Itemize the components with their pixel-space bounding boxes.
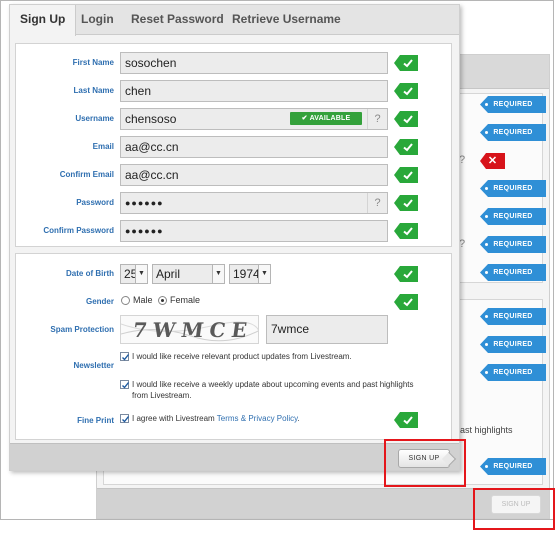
newsletter-weekly-text-line1: I would like receive a weekly update abo… [132, 380, 414, 389]
checkmark-icon [122, 382, 130, 389]
chevron-down-icon: ▼ [212, 265, 224, 283]
password-help-icon[interactable]: ? [367, 193, 387, 213]
terms-text: I agree with Livestream Terms & Privacy … [132, 414, 300, 424]
valid-check-icon [394, 83, 418, 99]
birth-month-value: April [156, 267, 181, 281]
screenshot-stage: ? ? REQUIRED REQUIRED ✕ REQUIRED REQUIRE… [0, 0, 559, 534]
confirm-password-input[interactable]: ●●●●●● [120, 220, 388, 242]
tab-sign-up[interactable]: Sign Up [10, 5, 77, 36]
newsletter-product-text: I would like receive relevant product up… [132, 352, 352, 361]
required-badge: REQUIRED [480, 308, 546, 325]
newsletter-label: Newsletter [73, 361, 114, 370]
required-badge: REQUIRED [480, 236, 546, 253]
newsletter-weekly-text-line2: from Livestream. [132, 391, 192, 400]
confirm-email-label: Confirm Email [59, 170, 114, 179]
username-help-icon[interactable]: ? [367, 109, 387, 129]
valid-check-icon [394, 111, 418, 127]
available-badge: ✔ AVAILABLE [290, 112, 362, 125]
password-input[interactable]: ●●●●●● [120, 192, 388, 214]
fine-print-label: Fine Print [77, 416, 114, 425]
first-name-label: First Name [72, 58, 114, 67]
gender-label: Gender [85, 297, 114, 306]
last-name-label: Last Name [73, 86, 114, 95]
tab-login[interactable]: Login [71, 5, 124, 35]
valid-check-icon [394, 223, 418, 239]
birth-day-select[interactable]: 25 ▼ [120, 264, 148, 284]
birth-year-select[interactable]: 1974 ▼ [229, 264, 271, 284]
required-badge: REQUIRED [480, 264, 546, 281]
birth-year-value: 1974 [233, 267, 260, 281]
last-name-input[interactable]: chen [120, 80, 388, 102]
background-newsletter-text: ast highlights [460, 425, 513, 435]
valid-check-icon [394, 139, 418, 155]
valid-check-icon [394, 412, 418, 428]
valid-check-icon [394, 55, 418, 71]
email-input[interactable]: aa@cc.cn [120, 136, 388, 158]
required-badge: REQUIRED [480, 458, 546, 475]
captcha-input[interactable]: 7wmce [266, 315, 388, 344]
checkmark-icon [122, 354, 130, 361]
highlight-callout-box [473, 488, 555, 530]
email-label: Email [92, 142, 114, 151]
gender-male-label: Male [133, 295, 153, 305]
valid-check-icon [394, 195, 418, 211]
signup-dialog: Sign Up Login Reset Password Retrieve Us… [9, 4, 460, 471]
required-badge: REQUIRED [480, 96, 546, 113]
account-details-panel: First Name sosochen Last Name chen Usern… [15, 43, 452, 247]
required-badge: REQUIRED [480, 336, 546, 353]
terms-prefix: I agree with Livestream [132, 414, 217, 423]
available-badge-text: AVAILABLE [309, 115, 351, 122]
captcha-text: 7WMCE [131, 318, 255, 342]
chevron-down-icon: ▼ [135, 265, 147, 283]
first-name-input[interactable]: sosochen [120, 52, 388, 74]
gender-female-radio[interactable] [158, 296, 167, 305]
confirm-password-label: Confirm Password [43, 226, 114, 235]
password-label: Password [76, 198, 114, 207]
highlight-callout-box [384, 439, 466, 487]
confirm-email-input[interactable]: aa@cc.cn [120, 164, 388, 186]
required-badge: REQUIRED [480, 180, 546, 197]
gender-female-label: Female [170, 295, 201, 305]
tab-retrieve-username[interactable]: Retrieve Username [222, 5, 351, 35]
terms-suffix: . [297, 414, 300, 423]
tab-bar: Sign Up Login Reset Password Retrieve Us… [10, 5, 459, 36]
required-badge: REQUIRED [480, 124, 546, 141]
required-badge: REQUIRED [480, 208, 546, 225]
captcha-image: 7WMCE [120, 315, 259, 344]
checkmark-icon [122, 416, 130, 423]
terms-privacy-link[interactable]: Terms & Privacy Policy [217, 414, 298, 423]
birth-month-select[interactable]: April ▼ [152, 264, 225, 284]
username-label: Username [75, 114, 114, 123]
tab-reset-password[interactable]: Reset Password [121, 5, 234, 35]
valid-check-icon [394, 167, 418, 183]
newsletter-product-checkbox[interactable] [120, 352, 130, 361]
date-of-birth-label: Date of Birth [66, 269, 114, 278]
chevron-down-icon: ▼ [258, 265, 270, 283]
terms-checkbox[interactable] [120, 414, 130, 423]
valid-check-icon [394, 294, 418, 310]
profile-details-panel: Date of Birth 25 ▼ April ▼ 1974 ▼ Gender Ma… [15, 253, 452, 440]
spam-protection-label: Spam Protection [50, 325, 114, 334]
gender-male-radio[interactable] [121, 296, 130, 305]
newsletter-weekly-checkbox[interactable] [120, 380, 130, 389]
valid-check-icon [394, 266, 418, 282]
required-badge: REQUIRED [480, 364, 546, 381]
